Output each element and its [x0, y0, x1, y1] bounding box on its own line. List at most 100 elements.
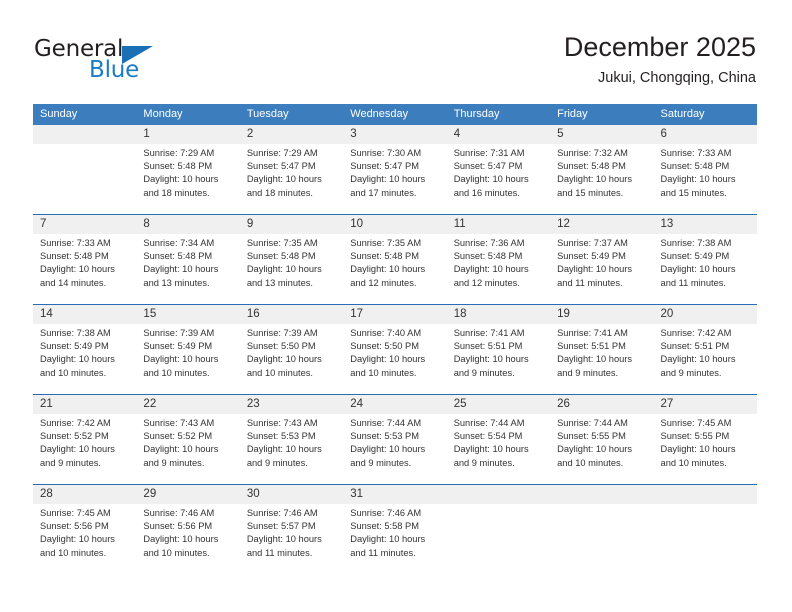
day-cell-empty: [447, 504, 550, 574]
sunrise-text: Sunrise: 7:37 AM: [557, 238, 628, 248]
day-number: 27: [660, 398, 674, 410]
day-cell-empty: [654, 504, 757, 574]
day-cell[interactable]: Sunrise: 7:46 AM Sunset: 5:58 PM Dayligh…: [343, 504, 446, 574]
day-number: 19: [557, 308, 570, 320]
sunrise-text: Sunrise: 7:38 AM: [40, 328, 111, 338]
day-cell[interactable]: Sunrise: 7:44 AM Sunset: 5:54 PM Dayligh…: [447, 414, 550, 484]
sunrise-text: Sunrise: 7:44 AM: [557, 418, 628, 428]
sunrise-text: Sunrise: 7:43 AM: [246, 418, 318, 428]
sunset-text: Sunset: 5:48 PM: [246, 251, 316, 262]
date-number-band: 7 8 9 10 11 12 13: [33, 215, 757, 234]
sunset-text: Sunset: 5:49 PM: [660, 251, 730, 262]
day-cell[interactable]: Sunrise: 7:34 AM Sunset: 5:48 PM Dayligh…: [136, 234, 239, 304]
sunset-text: Sunset: 5:51 PM: [660, 341, 730, 352]
day-number: 21: [40, 398, 53, 410]
day-cell[interactable]: Sunrise: 7:35 AM Sunset: 5:48 PM Dayligh…: [343, 234, 446, 304]
day-number: [654, 485, 757, 504]
daylight-text-line1: Daylight: 10 hours: [660, 444, 736, 455]
day-number: 29: [143, 488, 157, 500]
sunset-text: Sunset: 5:48 PM: [40, 251, 109, 262]
daylight-text-line2: and 9 minutes.: [660, 367, 722, 378]
sunset-text: Sunset: 5:51 PM: [453, 341, 523, 352]
day-cell[interactable]: Sunrise: 7:43 AM Sunset: 5:53 PM Dayligh…: [240, 414, 343, 484]
day-cell[interactable]: Sunrise: 7:44 AM Sunset: 5:53 PM Dayligh…: [343, 414, 446, 484]
sunrise-text: Sunrise: 7:39 AM: [246, 328, 318, 338]
day-cell[interactable]: [33, 144, 136, 214]
weekday-header-tuesday: Tuesday: [246, 108, 289, 120]
sunset-text: Sunset: 5:48 PM: [143, 251, 213, 262]
general-blue-logo[interactable]: General Blue: [34, 36, 194, 86]
week-row: 28 29 30 31 Sunrise: 7:45 AM Sunset: 5:5…: [33, 484, 757, 574]
day-cell[interactable]: Sunrise: 7:42 AM Sunset: 5:52 PM Dayligh…: [33, 414, 136, 484]
day-cell[interactable]: Sunrise: 7:36 AM Sunset: 5:48 PM Dayligh…: [447, 234, 550, 304]
day-cell[interactable]: Sunrise: 7:38 AM Sunset: 5:49 PM Dayligh…: [654, 234, 757, 304]
sunrise-text: Sunrise: 7:38 AM: [660, 238, 732, 248]
day-cell[interactable]: Sunrise: 7:30 AM Sunset: 5:47 PM Dayligh…: [343, 144, 446, 214]
day-cell[interactable]: Sunrise: 7:46 AM Sunset: 5:57 PM Dayligh…: [240, 504, 343, 574]
daylight-text-line1: Daylight: 10 hours: [350, 264, 426, 275]
day-number: 22: [143, 398, 157, 410]
daylight-text-line2: and 9 minutes.: [453, 367, 515, 378]
title-block: December 2025 Jukui, Chongqing, China: [564, 30, 756, 89]
day-info-band: Sunrise: 7:29 AM Sunset: 5:48 PM Dayligh…: [33, 144, 757, 214]
day-cell[interactable]: Sunrise: 7:42 AM Sunset: 5:51 PM Dayligh…: [654, 324, 757, 394]
day-cell[interactable]: Sunrise: 7:33 AM Sunset: 5:48 PM Dayligh…: [33, 234, 136, 304]
day-number: 16: [246, 308, 260, 320]
daylight-text-line2: and 18 minutes.: [143, 187, 210, 198]
daylight-text-line1: Daylight: 10 hours: [557, 174, 633, 185]
day-cell[interactable]: Sunrise: 7:45 AM Sunset: 5:55 PM Dayligh…: [654, 414, 757, 484]
day-number: 8: [143, 218, 150, 230]
weekday-header-thursday: Thursday: [453, 108, 500, 120]
daylight-text-line1: Daylight: 10 hours: [40, 444, 115, 455]
sunrise-text: Sunrise: 7:31 AM: [453, 148, 525, 158]
day-cell[interactable]: Sunrise: 7:29 AM Sunset: 5:47 PM Dayligh…: [240, 144, 343, 214]
sunset-text: Sunset: 5:52 PM: [143, 431, 213, 442]
sunset-text: Sunset: 5:49 PM: [40, 341, 109, 352]
daylight-text-line2: and 10 minutes.: [143, 367, 210, 378]
day-cell[interactable]: Sunrise: 7:39 AM Sunset: 5:50 PM Dayligh…: [240, 324, 343, 394]
sunrise-text: Sunrise: 7:35 AM: [350, 238, 422, 248]
daylight-text-line1: Daylight: 10 hours: [350, 444, 426, 455]
sunset-text: Sunset: 5:53 PM: [350, 431, 419, 442]
day-cell[interactable]: Sunrise: 7:41 AM Sunset: 5:51 PM Dayligh…: [447, 324, 550, 394]
day-cell[interactable]: Sunrise: 7:35 AM Sunset: 5:48 PM Dayligh…: [240, 234, 343, 304]
daylight-text-line1: Daylight: 10 hours: [350, 354, 426, 365]
daylight-text-line1: Daylight: 10 hours: [350, 174, 426, 185]
daylight-text-line1: Daylight: 10 hours: [557, 354, 633, 365]
day-cell[interactable]: Sunrise: 7:39 AM Sunset: 5:49 PM Dayligh…: [136, 324, 239, 394]
day-info-band: Sunrise: 7:42 AM Sunset: 5:52 PM Dayligh…: [33, 414, 757, 484]
daylight-text-line2: and 9 minutes.: [40, 457, 101, 468]
day-cell[interactable]: Sunrise: 7:37 AM Sunset: 5:49 PM Dayligh…: [550, 234, 653, 304]
day-cell[interactable]: Sunrise: 7:43 AM Sunset: 5:52 PM Dayligh…: [136, 414, 239, 484]
day-cell[interactable]: Sunrise: 7:45 AM Sunset: 5:56 PM Dayligh…: [33, 504, 136, 574]
daylight-text-line1: Daylight: 10 hours: [660, 354, 736, 365]
daylight-text-line2: and 10 minutes.: [660, 457, 727, 468]
daylight-text-line2: and 11 minutes.: [557, 277, 623, 288]
sunrise-text: Sunrise: 7:41 AM: [453, 328, 525, 338]
day-cell[interactable]: Sunrise: 7:31 AM Sunset: 5:47 PM Dayligh…: [447, 144, 550, 214]
calendar-grid: Sunday Monday Tuesday Wednesday Thursday…: [33, 104, 757, 574]
day-number: 13: [660, 218, 674, 230]
sunrise-text: Sunrise: 7:46 AM: [246, 508, 318, 518]
daylight-text-line1: Daylight: 10 hours: [143, 534, 219, 545]
week-row: 1 2 3 4 5 6 Sunrise: 7:29 AM Sunset: 5:4…: [33, 125, 757, 214]
day-cell[interactable]: Sunrise: 7:41 AM Sunset: 5:51 PM Dayligh…: [550, 324, 653, 394]
day-number: 23: [246, 398, 260, 410]
day-cell[interactable]: Sunrise: 7:32 AM Sunset: 5:48 PM Dayligh…: [550, 144, 653, 214]
sunrise-text: Sunrise: 7:42 AM: [40, 418, 111, 428]
day-cell[interactable]: Sunrise: 7:38 AM Sunset: 5:49 PM Dayligh…: [33, 324, 136, 394]
daylight-text-line1: Daylight: 10 hours: [453, 444, 529, 455]
day-cell[interactable]: Sunrise: 7:33 AM Sunset: 5:48 PM Dayligh…: [654, 144, 757, 214]
day-cell[interactable]: Sunrise: 7:29 AM Sunset: 5:48 PM Dayligh…: [136, 144, 239, 214]
daylight-text-line2: and 10 minutes.: [40, 367, 107, 378]
day-cell[interactable]: Sunrise: 7:46 AM Sunset: 5:56 PM Dayligh…: [136, 504, 239, 574]
sunset-text: Sunset: 5:50 PM: [350, 341, 419, 352]
day-number: 9: [246, 218, 254, 230]
day-cell[interactable]: Sunrise: 7:44 AM Sunset: 5:55 PM Dayligh…: [550, 414, 653, 484]
daylight-text-line2: and 15 minutes.: [557, 187, 624, 198]
daylight-text-line2: and 16 minutes.: [453, 187, 520, 198]
day-cell[interactable]: Sunrise: 7:40 AM Sunset: 5:50 PM Dayligh…: [343, 324, 446, 394]
daylight-text-line1: Daylight: 10 hours: [350, 534, 426, 545]
sunrise-text: Sunrise: 7:45 AM: [660, 418, 732, 428]
sunset-text: Sunset: 5:47 PM: [453, 161, 523, 172]
